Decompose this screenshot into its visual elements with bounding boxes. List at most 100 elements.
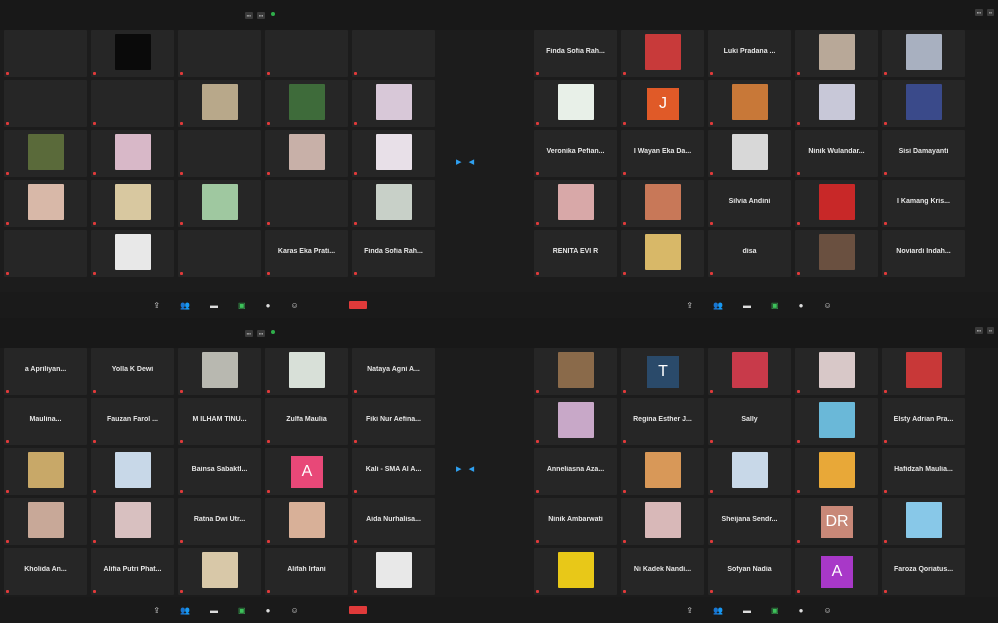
- participant-tile[interactable]: [882, 80, 965, 127]
- participant-tile[interactable]: [265, 348, 348, 395]
- view-button[interactable]: ▪▪▪: [974, 327, 984, 334]
- participant-tile[interactable]: Finda Sofia Rah...: [534, 30, 617, 77]
- participant-tile[interactable]: [178, 230, 261, 277]
- participant-tile[interactable]: Sally: [708, 398, 791, 445]
- participant-tile[interactable]: [795, 180, 878, 227]
- participant-tile[interactable]: [352, 130, 435, 177]
- share-screen-button[interactable]: ▣: [238, 606, 246, 615]
- participants-button[interactable]: 👥: [713, 301, 723, 310]
- participant-tile[interactable]: [265, 80, 348, 127]
- participant-tile[interactable]: Silvia Andini: [708, 180, 791, 227]
- reactions-button[interactable]: ☺: [290, 301, 298, 310]
- participant-tile[interactable]: Hafidzah Maulia...: [882, 448, 965, 495]
- record-button[interactable]: ●: [266, 301, 271, 310]
- view-button[interactable]: ▪▪▪: [244, 329, 253, 337]
- participant-tile[interactable]: [4, 230, 87, 277]
- participant-tile[interactable]: [91, 130, 174, 177]
- participant-tile[interactable]: I Kamang Kris...: [882, 180, 965, 227]
- participant-tile[interactable]: Veronika Pefian...: [534, 130, 617, 177]
- participant-tile[interactable]: Luki Pradana ...: [708, 30, 791, 77]
- share-screen-button[interactable]: ▣: [238, 301, 246, 310]
- participant-tile[interactable]: [621, 448, 704, 495]
- participant-tile[interactable]: [91, 230, 174, 277]
- participant-tile[interactable]: [795, 30, 878, 77]
- participant-tile[interactable]: [91, 30, 174, 77]
- participant-tile[interactable]: [352, 548, 435, 595]
- participant-tile[interactable]: [352, 30, 435, 77]
- participant-tile[interactable]: J: [621, 80, 704, 127]
- participant-tile[interactable]: Sisi Damayanti: [882, 130, 965, 177]
- participant-tile[interactable]: [91, 80, 174, 127]
- participant-tile[interactable]: Zulfa Maulia: [265, 398, 348, 445]
- share-button[interactable]: ⇪: [153, 606, 160, 615]
- participant-tile[interactable]: [265, 130, 348, 177]
- participant-tile[interactable]: [265, 180, 348, 227]
- participant-tile[interactable]: [621, 30, 704, 77]
- participant-tile[interactable]: [708, 80, 791, 127]
- participant-tile[interactable]: [4, 498, 87, 545]
- participant-tile[interactable]: Ninik Wulandar...: [795, 130, 878, 177]
- record-button[interactable]: ●: [799, 606, 804, 615]
- participant-tile[interactable]: Yolla K Dewi: [91, 348, 174, 395]
- participant-tile[interactable]: [265, 498, 348, 545]
- chat-button[interactable]: ▬: [210, 301, 218, 310]
- participant-tile[interactable]: Maulina...: [4, 398, 87, 445]
- participant-tile[interactable]: [352, 80, 435, 127]
- participant-tile[interactable]: [178, 548, 261, 595]
- participant-tile[interactable]: Ni Kadek Nandi...: [621, 548, 704, 595]
- participant-tile[interactable]: [178, 180, 261, 227]
- participant-tile[interactable]: [352, 180, 435, 227]
- participant-tile[interactable]: Elsty Adrian Pra...: [882, 398, 965, 445]
- participants-button[interactable]: 👥: [180, 301, 190, 310]
- gallery-button[interactable]: ▪▪: [987, 327, 994, 334]
- participant-tile[interactable]: [91, 498, 174, 545]
- participant-tile[interactable]: Nataya Agni A...: [352, 348, 435, 395]
- participant-tile[interactable]: Regina Esther J...: [621, 398, 704, 445]
- participant-tile[interactable]: [178, 348, 261, 395]
- participant-tile[interactable]: [265, 30, 348, 77]
- participant-tile[interactable]: [795, 230, 878, 277]
- participant-tile[interactable]: [91, 180, 174, 227]
- participant-tile[interactable]: disa: [708, 230, 791, 277]
- participant-tile[interactable]: Ratna Dwi Utr...: [178, 498, 261, 545]
- participants-button[interactable]: 👥: [713, 606, 723, 615]
- participant-tile[interactable]: Alifah Irfani: [265, 548, 348, 595]
- participant-tile[interactable]: [708, 348, 791, 395]
- participant-tile[interactable]: DR: [795, 498, 878, 545]
- gallery-nav-arrows-bottom[interactable]: ▸ ◂: [456, 462, 476, 475]
- participant-tile[interactable]: [795, 448, 878, 495]
- participant-tile[interactable]: Aida Nurhalisa...: [352, 498, 435, 545]
- participant-tile[interactable]: [91, 448, 174, 495]
- participant-tile[interactable]: [621, 230, 704, 277]
- meeting-info-button[interactable]: ▪▪▪: [257, 11, 266, 19]
- participant-tile[interactable]: Kali - SMA Al A...: [352, 448, 435, 495]
- chat-button[interactable]: ▬: [743, 301, 751, 310]
- share-screen-button[interactable]: ▣: [771, 301, 779, 310]
- participant-tile[interactable]: [621, 498, 704, 545]
- participant-tile[interactable]: Finda Sofia Rah...: [352, 230, 435, 277]
- record-button[interactable]: ●: [799, 301, 804, 310]
- participant-tile[interactable]: Ninik Ambarwati: [534, 498, 617, 545]
- chat-button[interactable]: ▬: [743, 606, 751, 615]
- participant-tile[interactable]: Fauzan Farol ...: [91, 398, 174, 445]
- gallery-button[interactable]: ▪▪: [987, 9, 994, 16]
- participants-button[interactable]: 👥: [180, 606, 190, 615]
- participant-tile[interactable]: [4, 180, 87, 227]
- meeting-info-button[interactable]: ▪▪▪: [257, 329, 266, 337]
- share-screen-button[interactable]: ▣: [771, 606, 779, 615]
- participant-tile[interactable]: [4, 130, 87, 177]
- participant-tile[interactable]: a Apriliyan...: [4, 348, 87, 395]
- end-meeting-button[interactable]: [348, 301, 367, 309]
- participant-tile[interactable]: Sheijana Sendr...: [708, 498, 791, 545]
- participant-tile[interactable]: Sofyan Nadia: [708, 548, 791, 595]
- participant-tile[interactable]: [534, 80, 617, 127]
- participant-tile[interactable]: [708, 448, 791, 495]
- participant-tile[interactable]: Karas Eka Prati...: [265, 230, 348, 277]
- participant-tile[interactable]: Alifia Putri Phat...: [91, 548, 174, 595]
- record-button[interactable]: ●: [266, 606, 271, 615]
- participant-tile[interactable]: Kholida An...: [4, 548, 87, 595]
- participant-tile[interactable]: T: [621, 348, 704, 395]
- participant-tile[interactable]: Fiki Nur Aefina...: [352, 398, 435, 445]
- participant-tile[interactable]: [708, 130, 791, 177]
- reactions-button[interactable]: ☺: [823, 301, 831, 310]
